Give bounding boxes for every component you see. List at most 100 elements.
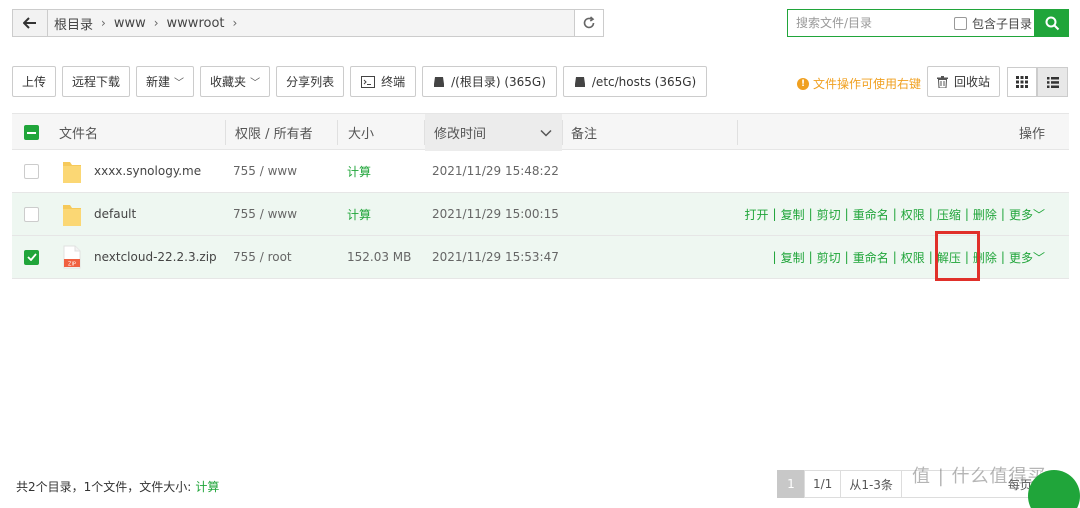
upload-button[interactable]: 上传	[12, 66, 57, 97]
page-range: 从1-3条	[840, 470, 902, 498]
back-button[interactable]	[13, 10, 48, 36]
select-all-checkbox[interactable]	[24, 114, 39, 151]
disk-root-button[interactable]: /(根目录) (365G)	[422, 66, 557, 97]
file-perm[interactable]: 755 / root	[233, 236, 292, 278]
chevron-right-icon: ›	[101, 16, 106, 30]
table-row[interactable]: ZIP nextcloud-22.2.3.zip 755 / root 152.…	[12, 236, 1069, 279]
table-row[interactable]: xxxx.synology.me 755 / www 计算 2021/11/29…	[12, 150, 1069, 193]
recycle-bin-button[interactable]: 回收站	[927, 66, 1001, 97]
chevron-right-icon: ›	[232, 16, 238, 30]
terminal-button[interactable]: 终端	[350, 66, 417, 97]
table-row[interactable]: default 755 / www 计算 2021/11/29 15:00:15…	[12, 193, 1069, 236]
column-name[interactable]: 文件名	[59, 114, 98, 151]
zip-file-icon: ZIP	[63, 236, 81, 278]
table-header: 文件名 权限 / 所有者 大小 修改时间 备注 操作	[12, 113, 1069, 151]
chevron-down-icon: ﹀	[174, 78, 185, 89]
file-perm[interactable]: 755 / www	[233, 150, 297, 192]
include-subdir-label: 包含子目录	[972, 16, 1033, 31]
action-separator: |	[928, 207, 933, 221]
search-button[interactable]	[1035, 9, 1069, 37]
row-checkbox[interactable]	[24, 193, 39, 235]
new-button[interactable]: 新建 ﹀	[136, 66, 195, 97]
column-size[interactable]: 大小	[348, 114, 374, 151]
chevron-down-icon	[540, 129, 552, 137]
action-separator: |	[772, 207, 777, 221]
file-name[interactable]: nextcloud-22.2.3.zip	[94, 236, 217, 278]
page-current[interactable]: 1	[777, 470, 805, 498]
floating-action-button[interactable]	[1028, 470, 1080, 508]
breadcrumb-label: www	[113, 15, 146, 31]
breadcrumb-label: wwwroot	[166, 15, 225, 31]
action-extract[interactable]: 解压	[937, 249, 961, 266]
action-compress[interactable]: 压缩	[937, 206, 961, 223]
disk-hosts-button[interactable]: /etc/hosts (365G)	[562, 66, 708, 97]
file-perm[interactable]: 755 / www	[233, 193, 297, 235]
watermark: 值 | 什么值得买	[912, 466, 1047, 487]
include-subdir-toggle[interactable]: 包含子目录	[954, 15, 1032, 32]
row-checkbox[interactable]	[24, 150, 39, 192]
refresh-button[interactable]	[574, 10, 603, 36]
action-more-label: 更多	[1008, 250, 1033, 265]
breadcrumb-item[interactable]: wwwroot ›	[167, 16, 238, 31]
checkbox-partial-icon	[24, 125, 39, 140]
file-size-calc[interactable]: 计算	[347, 150, 371, 192]
action-copy[interactable]: 复制	[781, 206, 805, 223]
new-label: 新建	[146, 75, 171, 89]
toolbar: 上传 远程下载 新建 ﹀ 收藏夹 ﹀ 分享列表 终端 /(根目录) (365G) /…	[12, 66, 713, 98]
action-cut[interactable]: 剪切	[817, 249, 841, 266]
column-divider	[337, 120, 338, 145]
row-checkbox[interactable]	[24, 236, 39, 278]
favorites-button[interactable]: 收藏夹 ﹀	[200, 66, 271, 97]
file-name[interactable]: default	[94, 193, 136, 235]
action-separator: |	[844, 250, 849, 264]
action-separator: |	[808, 250, 813, 264]
footer-summary: 共2个目录，1个文件，文件大小: 计算	[16, 478, 219, 495]
file-size: 152.03 MB	[347, 250, 412, 264]
chevron-right-icon: ›	[153, 16, 159, 30]
include-subdir-checkbox[interactable]	[954, 16, 967, 30]
search-box: 包含子目录	[787, 9, 1035, 37]
column-perm[interactable]: 权限 / 所有者	[235, 114, 313, 151]
disk-hosts-label: /etc/hosts (365G)	[591, 74, 697, 89]
breadcrumb-item[interactable]: www ›	[114, 16, 159, 31]
action-separator: |	[808, 207, 813, 221]
grid-view-button[interactable]	[1007, 67, 1037, 97]
action-delete[interactable]: 删除	[973, 206, 997, 223]
row-actions: 打开 | 复制 | 剪切 | 重命名 | 权限 | 压缩 | 删除 | 更多﹀	[745, 193, 1045, 235]
share-list-button[interactable]: 分享列表	[276, 66, 345, 97]
action-permission[interactable]: 权限	[901, 206, 925, 223]
row-actions: | 复制 | 剪切 | 重命名 | 权限 | 解压 | 删除 | 更多﹀	[769, 236, 1045, 278]
action-open[interactable]: 打开	[745, 206, 769, 223]
column-note[interactable]: 备注	[571, 114, 597, 151]
action-more[interactable]: 更多﹀	[1009, 206, 1045, 223]
action-rename[interactable]: 重命名	[853, 249, 889, 266]
action-more[interactable]: 更多﹀	[1009, 249, 1045, 266]
file-size-calc[interactable]: 计算	[347, 193, 371, 235]
file-mtime: 2021/11/29 15:00:15	[432, 207, 559, 221]
terminal-label: 终端	[381, 75, 406, 89]
file-table: 文件名 权限 / 所有者 大小 修改时间 备注 操作 xxxx.synology…	[12, 113, 1069, 279]
action-cut[interactable]: 剪切	[817, 206, 841, 223]
summary-text: 共2个目录，1个文件，文件大小:	[16, 480, 192, 494]
page-total: 1/1	[804, 470, 842, 498]
action-delete[interactable]: 删除	[973, 249, 997, 266]
remote-download-button[interactable]: 远程下载	[62, 66, 131, 97]
action-copy[interactable]: 复制	[781, 249, 805, 266]
column-mtime[interactable]: 修改时间	[425, 114, 562, 151]
search-input[interactable]	[788, 10, 948, 36]
calc-size-link[interactable]: 计算	[195, 478, 219, 495]
action-separator: |	[844, 207, 849, 221]
breadcrumb: 根目录 › www › wwwroot ›	[48, 10, 574, 36]
action-separator: |	[964, 207, 969, 221]
folder-icon	[62, 150, 82, 192]
breadcrumb-label: 根目录	[54, 17, 94, 33]
list-view-button[interactable]	[1037, 67, 1068, 97]
file-name[interactable]: xxxx.synology.me	[94, 150, 201, 192]
trash-icon	[937, 75, 948, 88]
terminal-icon	[361, 75, 376, 88]
action-rename[interactable]: 重命名	[853, 206, 889, 223]
breadcrumb-item[interactable]: 根目录 ›	[54, 14, 106, 33]
action-permission[interactable]: 权限	[901, 249, 925, 266]
column-mtime-label: 修改时间	[434, 127, 487, 142]
action-separator: |	[1000, 250, 1005, 264]
